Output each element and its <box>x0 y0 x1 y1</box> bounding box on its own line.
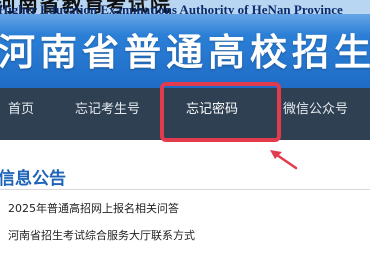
pointer-arrow-icon <box>270 150 298 170</box>
nav-home[interactable]: 首页 <box>8 88 34 140</box>
highlight-box <box>160 82 281 142</box>
site-banner: 河南省教育考试院 Higher Education Examinations A… <box>0 0 370 88</box>
section-divider <box>0 189 370 190</box>
nav-forgot-exam-number[interactable]: 忘记考生号 <box>75 88 140 140</box>
announcements-title: 信息公告 <box>0 169 66 189</box>
announcement-link[interactable]: 河南省招生考试综合服务大厅联系方式 <box>8 227 195 243</box>
banner-top-strip: 河南省教育考试院 Higher Education Examinations A… <box>0 0 370 14</box>
nav-wechat-account[interactable]: 微信公众号 <box>283 88 348 140</box>
site-title: 河南省普通高校招生 <box>0 31 370 74</box>
authority-name-en: Higher Education Examinations Authority … <box>0 2 343 14</box>
announcement-link[interactable]: 2025年普通高招网上报名相关问答 <box>8 200 179 216</box>
